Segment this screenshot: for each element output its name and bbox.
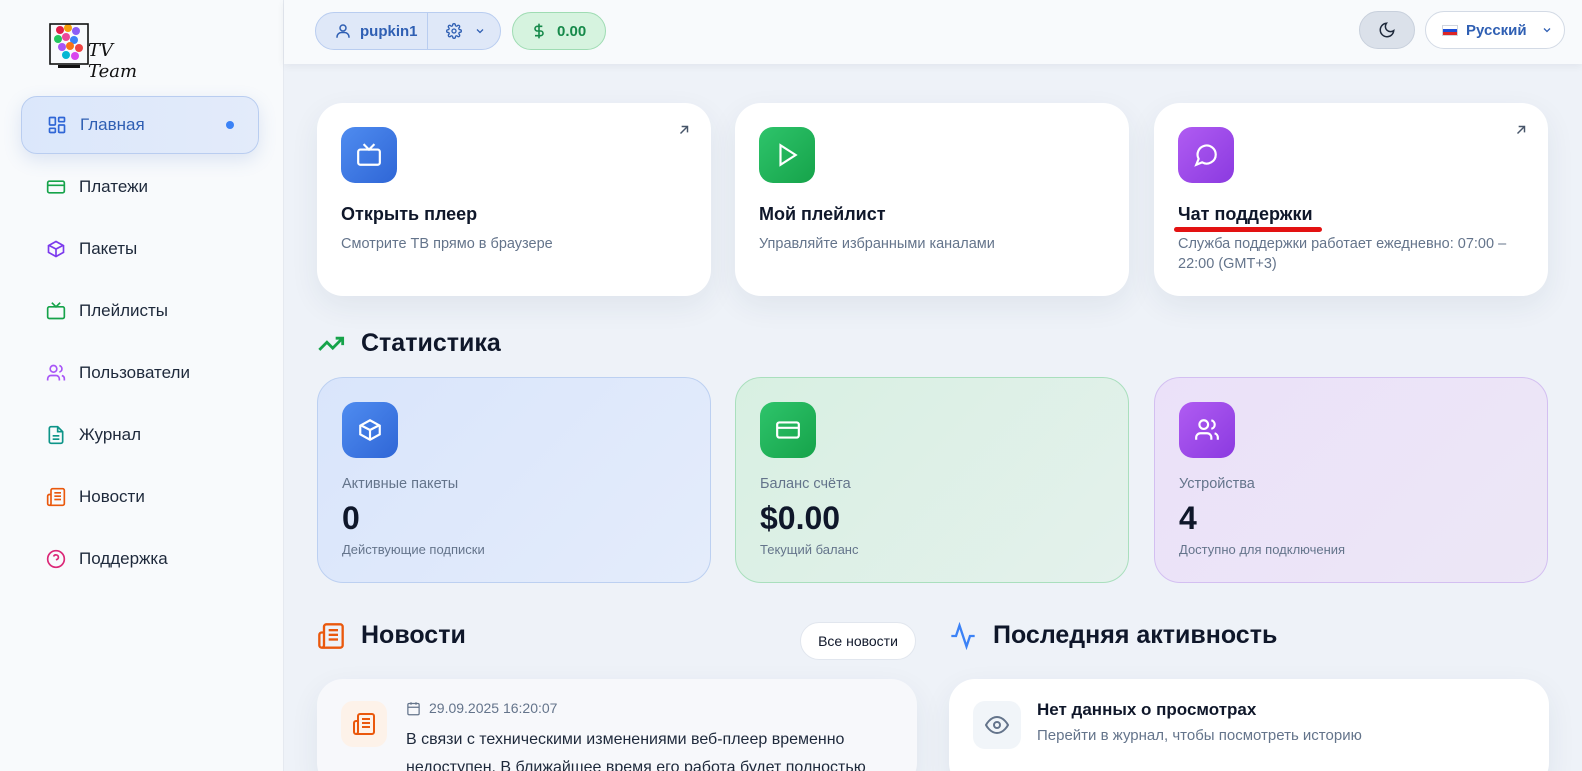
top-header: pupkin1 0.00 Русский [284, 0, 1582, 64]
sidebar-item-label: Главная [80, 115, 145, 134]
card-description: Смотрите ТВ прямо в браузере [341, 236, 553, 252]
sidebar-item-label: Платежи [79, 177, 148, 196]
statistics-heading: Статистика [317, 329, 501, 358]
sidebar-item-label: Журнал [79, 425, 142, 444]
balance-button[interactable]: 0.00 [512, 12, 606, 50]
red-underline-annotation [1174, 227, 1322, 232]
stat-subtitle: Текущий баланс [760, 542, 859, 557]
button-label: Все новости [818, 633, 898, 649]
user-icon [336, 24, 350, 38]
open-player-card[interactable]: Открыть плеер Смотрите ТВ прямо в браузе… [317, 103, 711, 296]
settings-dropdown[interactable] [428, 13, 486, 49]
active-indicator [226, 121, 234, 129]
news-date: 29.09.2025 16:20:07 [429, 700, 558, 716]
sidebar: TV Team Главная Платежи Пакеты Плейлисты… [0, 0, 284, 771]
sidebar-item-label: Новости [79, 487, 145, 506]
activity-heading: Последняя активность [949, 621, 1277, 650]
dollar-icon [534, 23, 544, 39]
moon-icon [1379, 22, 1395, 38]
newspaper-icon [341, 701, 387, 747]
sidebar-nav: Главная Платежи Пакеты Плейлисты Пользов… [21, 96, 259, 592]
user-menu: pupkin1 [315, 12, 501, 50]
users-icon [45, 362, 67, 384]
card-description: Управляйте избранными каналами [759, 236, 995, 252]
theme-toggle-button[interactable] [1359, 11, 1415, 49]
stat-label: Устройства [1179, 476, 1255, 492]
stat-label: Баланс счёта [760, 476, 851, 492]
stat-subtitle: Доступно для подключения [1179, 542, 1346, 557]
language-selector[interactable]: Русский [1425, 11, 1565, 49]
message-circle-icon [1178, 127, 1234, 183]
dashboard-icon [46, 114, 68, 136]
section-title: Последняя активность [993, 621, 1278, 649]
stat-label: Активные пакеты [342, 476, 459, 492]
sidebar-item-label: Поддержка [79, 549, 168, 568]
logo-text: TV Team [88, 40, 138, 82]
newspaper-icon [318, 622, 344, 649]
card-description: Служба поддержки работает ежедневно: 07:… [1178, 236, 1507, 272]
news-item[interactable]: 29.09.2025 16:20:07 В связи с технически… [317, 679, 917, 771]
credit-card-icon [760, 402, 816, 458]
news-date-row: 29.09.2025 16:20:07 [406, 700, 557, 716]
credit-card-icon [45, 176, 67, 198]
news-heading: Новости [317, 621, 466, 650]
activity-empty-card[interactable]: Нет данных о просмотрах Перейти в журнал… [949, 679, 1549, 771]
stat-subtitle: Действующие подписки [342, 542, 485, 557]
play-icon [759, 127, 815, 183]
package-icon [45, 238, 67, 260]
tv-icon [341, 127, 397, 183]
section-title: Новости [361, 621, 466, 649]
sidebar-item-label: Пользователи [79, 363, 190, 382]
newspaper-icon [45, 486, 67, 508]
package-icon [342, 402, 398, 458]
sidebar-item-packages[interactable]: Пакеты [21, 220, 259, 278]
sidebar-item-playlists[interactable]: Плейлисты [21, 282, 259, 340]
stat-value: $0.00 [760, 500, 841, 536]
trending-up-icon [318, 336, 345, 351]
external-link-icon [679, 125, 689, 135]
sidebar-item-news[interactable]: Новости [21, 468, 259, 526]
sidebar-item-support[interactable]: Поддержка [21, 530, 259, 588]
card-title: Мой плейлист [759, 204, 886, 224]
chevron-down-icon [476, 29, 484, 34]
support-chat-card[interactable]: Чат поддержки Служба поддержки работает … [1154, 103, 1548, 296]
gear-icon [446, 23, 462, 39]
tv-icon [45, 300, 67, 322]
section-title: Статистика [361, 329, 501, 357]
help-circle-icon [45, 548, 67, 570]
file-text-icon [45, 424, 67, 446]
sidebar-item-label: Плейлисты [79, 301, 169, 320]
stat-value: 4 [1179, 500, 1197, 536]
empty-title: Нет данных о просмотрах [1037, 700, 1257, 719]
external-link-icon [1516, 125, 1526, 135]
eye-icon [973, 701, 1021, 749]
news-text: В связи с техническими изменениями веб-п… [406, 731, 866, 771]
chevron-down-icon [1543, 28, 1551, 33]
username: pupkin1 [360, 22, 418, 40]
calendar-icon [407, 701, 420, 715]
sidebar-item-home[interactable]: Главная [21, 96, 259, 154]
profile-button[interactable]: pupkin1 [316, 13, 428, 49]
sidebar-item-journal[interactable]: Журнал [21, 406, 259, 464]
flag-russia-icon [1442, 24, 1458, 36]
brand-logo[interactable]: TV Team [46, 20, 156, 82]
language-label: Русский [1466, 21, 1527, 39]
stat-value: 0 [342, 500, 360, 536]
all-news-button[interactable]: Все новости [800, 622, 916, 660]
sidebar-item-label: Пакеты [79, 239, 138, 258]
activity-icon [951, 621, 975, 650]
sidebar-item-users[interactable]: Пользователи [21, 344, 259, 402]
users-icon [1179, 402, 1235, 458]
sidebar-item-payments[interactable]: Платежи [21, 158, 259, 216]
card-title: Чат поддержки [1178, 204, 1313, 224]
card-title: Открыть плеер [341, 204, 478, 224]
my-playlist-card[interactable]: Мой плейлист Управляйте избранными канал… [735, 103, 1129, 296]
stat-devices: Устройства 4 Доступно для подключения [1154, 377, 1548, 583]
empty-description: Перейти в журнал, чтобы посмотреть истор… [1037, 727, 1362, 744]
balance-value: 0.00 [557, 22, 587, 40]
stat-active-packages: Активные пакеты 0 Действующие подписки [317, 377, 711, 583]
stat-balance: Баланс счёта $0.00 Текущий баланс [735, 377, 1129, 583]
